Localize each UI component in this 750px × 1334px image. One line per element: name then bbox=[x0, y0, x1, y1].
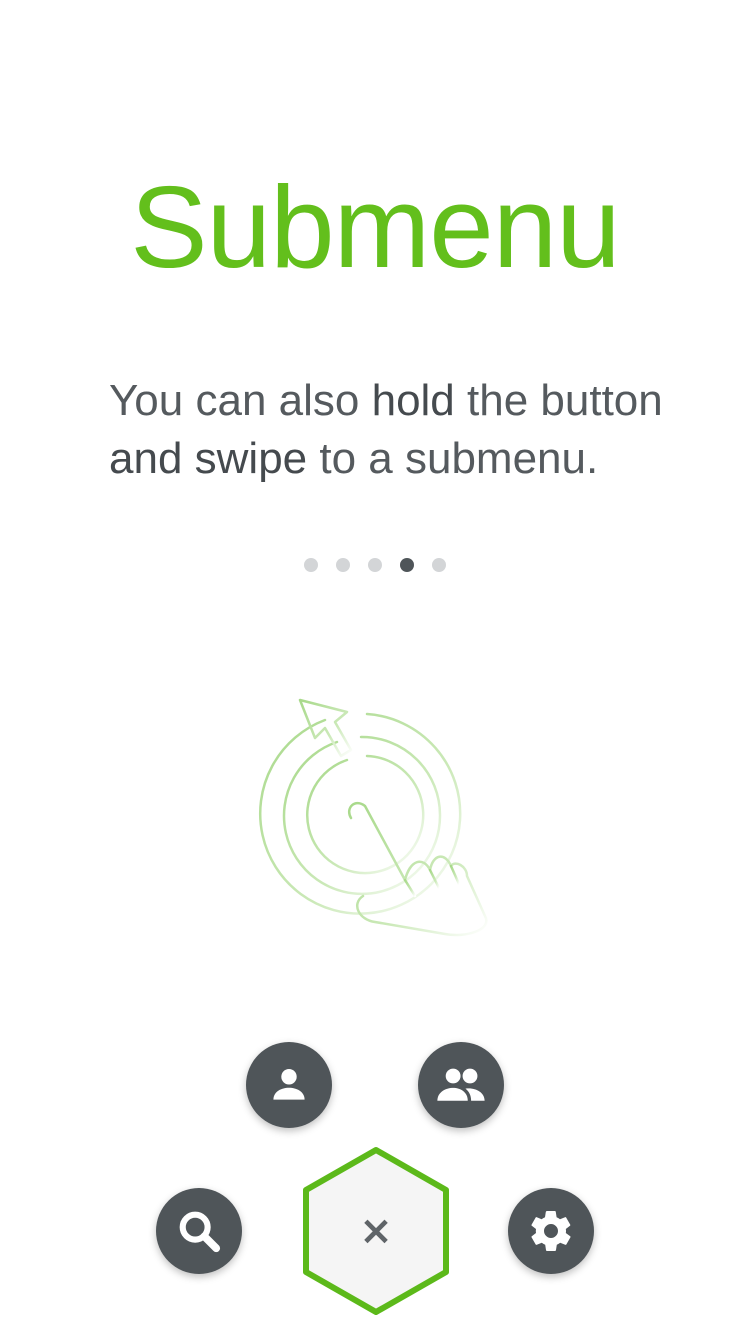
groups-button[interactable] bbox=[418, 1042, 504, 1128]
description-emphasis-hold: hold bbox=[371, 376, 455, 425]
search-icon bbox=[179, 1211, 221, 1253]
page-title: Submenu bbox=[130, 162, 621, 292]
person-icon bbox=[273, 1069, 305, 1100]
page-dot-4[interactable] bbox=[400, 558, 414, 572]
page-dot-3[interactable] bbox=[368, 558, 382, 572]
profile-button[interactable] bbox=[246, 1042, 332, 1128]
description-text: to a submenu. bbox=[307, 434, 599, 483]
close-menu-button[interactable]: × bbox=[301, 1146, 451, 1316]
onboarding-screen: Submenu You can also hold the button and… bbox=[0, 0, 750, 1334]
page-indicator bbox=[0, 558, 750, 572]
description-text: the button bbox=[454, 376, 663, 425]
onboarding-description: You can also hold the button and swipe t… bbox=[109, 372, 669, 488]
search-button[interactable] bbox=[156, 1188, 242, 1274]
page-dot-2[interactable] bbox=[336, 558, 350, 572]
close-icon: × bbox=[359, 1208, 393, 1254]
swipe-gesture-icon bbox=[255, 690, 495, 940]
description-text: You can also bbox=[109, 376, 372, 425]
description-emphasis-swipe: and swipe bbox=[109, 434, 308, 483]
gear-icon bbox=[531, 1211, 571, 1251]
page-dot-1[interactable] bbox=[304, 558, 318, 572]
page-dot-5[interactable] bbox=[432, 558, 446, 572]
settings-button[interactable] bbox=[508, 1188, 594, 1274]
people-icon bbox=[437, 1068, 485, 1101]
